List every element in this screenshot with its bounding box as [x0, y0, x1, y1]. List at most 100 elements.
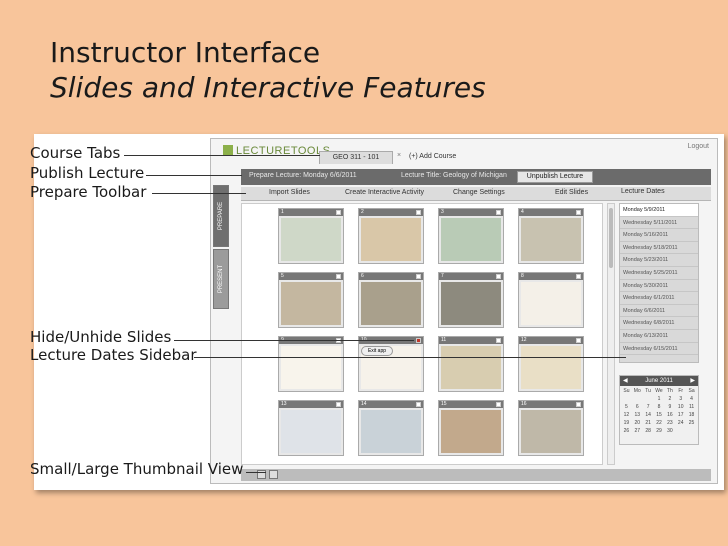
course-tab[interactable]: GEO 311 - 101 — [319, 151, 393, 164]
add-course-button[interactable]: (+) Add Course — [409, 153, 456, 160]
slide-thumbnail[interactable]: 5 — [278, 272, 344, 328]
hide-slide-checkbox[interactable] — [416, 274, 421, 279]
calendar-day[interactable]: 4 — [686, 395, 697, 403]
lecture-date-item[interactable]: Monday 5/30/2011 — [620, 280, 698, 293]
lecture-date-item[interactable]: Wednesday 5/18/2011 — [620, 242, 698, 255]
calendar-day[interactable]: 29 — [654, 427, 665, 435]
slide-thumbnail[interactable]: 15 — [438, 400, 504, 456]
calendar-day[interactable]: 7 — [643, 403, 654, 411]
logout-link[interactable]: Logout — [688, 143, 709, 150]
calendar-day[interactable]: 22 — [654, 419, 665, 427]
slide-thumbnail[interactable]: 12 — [518, 336, 584, 392]
hide-slide-checkbox[interactable] — [576, 210, 581, 215]
calendar-day[interactable]: 25 — [686, 419, 697, 427]
slide-thumbnail[interactable]: 16 — [518, 400, 584, 456]
thumbnail-scrollbar[interactable] — [607, 203, 615, 465]
calendar-day[interactable]: 11 — [686, 403, 697, 411]
slide-number: 12 — [521, 337, 527, 343]
slide-thumbnail[interactable]: 1 — [278, 208, 344, 264]
import-slides-button[interactable]: Import Slides — [269, 189, 310, 196]
calendar-month: June 2011 — [645, 378, 673, 384]
lecture-date-item[interactable]: Monday 5/23/2011 — [620, 254, 698, 267]
slide-thumbnail[interactable]: 6 — [358, 272, 424, 328]
calendar-day[interactable]: 2 — [664, 395, 675, 403]
slide-thumbnail[interactable]: 8 — [518, 272, 584, 328]
change-settings-button[interactable]: Change Settings — [453, 189, 505, 196]
slide-thumbnail[interactable]: 9 — [278, 336, 344, 392]
calendar-day[interactable]: 21 — [643, 419, 654, 427]
hide-slide-checkbox[interactable] — [336, 402, 341, 407]
lecture-date-item[interactable]: Wednesday 5/11/2011 — [620, 217, 698, 230]
calendar-day[interactable]: 23 — [664, 419, 675, 427]
slide-preview-image — [281, 410, 341, 453]
hide-slide-checkbox[interactable] — [416, 338, 421, 343]
hide-slide-checkbox[interactable] — [496, 210, 501, 215]
lecture-date-item[interactable]: Monday 6/13/2011 — [620, 330, 698, 343]
date-calendar: ◀ June 2011 ▶ Su Mo Tu We Th Fr Sa 1 2 3 4 5 6 7 8 9 10 1… — [619, 375, 699, 445]
calendar-day[interactable]: 8 — [654, 403, 665, 411]
slide-thumbnail[interactable]: 13 — [278, 400, 344, 456]
calendar-day[interactable]: 6 — [632, 403, 643, 411]
calendar-day[interactable]: 17 — [675, 411, 686, 419]
edit-slides-button[interactable]: Edit Slides — [555, 189, 588, 196]
calendar-day[interactable]: 1 — [654, 395, 665, 403]
calendar-day — [686, 427, 697, 435]
lecture-date-item[interactable]: Wednesday 6/8/2011 — [620, 317, 698, 330]
hide-slide-checkbox[interactable] — [416, 402, 421, 407]
calendar-day[interactable]: 24 — [675, 419, 686, 427]
next-month-icon[interactable]: ▶ — [690, 376, 695, 386]
slide-thumbnail[interactable]: 10 — [358, 336, 424, 392]
calendar-day[interactable]: 3 — [675, 395, 686, 403]
calendar-day[interactable]: 15 — [654, 411, 665, 419]
title-line-1: Instructor Interface — [50, 36, 321, 69]
calendar-day[interactable]: 14 — [643, 411, 654, 419]
calendar-day[interactable]: 19 — [621, 419, 632, 427]
calendar-day[interactable]: 28 — [643, 427, 654, 435]
hide-slide-checkbox[interactable] — [576, 274, 581, 279]
slide-preview-image — [441, 410, 501, 453]
lecture-date-item[interactable]: Monday 5/16/2011 — [620, 229, 698, 242]
scrollbar-thumb[interactable] — [609, 208, 613, 268]
tab-present[interactable]: PRESENT — [213, 249, 229, 309]
slide-thumbnail[interactable]: 14 — [358, 400, 424, 456]
hide-slide-checkbox[interactable] — [416, 210, 421, 215]
unpublish-lecture-button[interactable]: Unpublish Lecture — [517, 171, 593, 183]
hide-slide-checkbox[interactable] — [496, 274, 501, 279]
calendar-day[interactable]: 16 — [664, 411, 675, 419]
lecture-date-item[interactable]: Wednesday 6/15/2011 — [620, 343, 698, 356]
lecture-date-item[interactable]: Monday 5/9/2011 — [620, 204, 698, 217]
hide-slide-checkbox[interactable] — [336, 274, 341, 279]
calendar-day[interactable]: 27 — [632, 427, 643, 435]
large-thumbnail-view-button[interactable] — [269, 470, 278, 479]
prev-month-icon[interactable]: ◀ — [623, 376, 628, 386]
slide-thumbnail[interactable]: 11 — [438, 336, 504, 392]
slide-thumbnail[interactable]: 7 — [438, 272, 504, 328]
calendar-day[interactable]: 10 — [675, 403, 686, 411]
close-tab-icon[interactable]: × — [397, 152, 401, 159]
thumbnail-header: 3 — [439, 209, 503, 216]
slide-thumbnail[interactable]: 4 — [518, 208, 584, 264]
calendar-day[interactable]: 12 — [621, 411, 632, 419]
hide-slide-checkbox[interactable] — [496, 402, 501, 407]
exit-popup[interactable]: Exit app — [361, 346, 393, 356]
hide-slide-checkbox[interactable] — [336, 210, 341, 215]
slide-thumbnail[interactable]: 2 — [358, 208, 424, 264]
lecture-date-item[interactable]: Monday 6/6/2011 — [620, 305, 698, 318]
slide-number: 3 — [441, 209, 444, 215]
tab-prepare[interactable]: PREPARE — [213, 185, 229, 247]
calendar-day[interactable]: 26 — [621, 427, 632, 435]
hide-slide-checkbox[interactable] — [576, 338, 581, 343]
hide-slide-checkbox[interactable] — [576, 402, 581, 407]
calendar-day[interactable]: 13 — [632, 411, 643, 419]
calendar-day[interactable]: 5 — [621, 403, 632, 411]
callout-line — [246, 472, 266, 473]
calendar-day[interactable]: 18 — [686, 411, 697, 419]
hide-slide-checkbox[interactable] — [496, 338, 501, 343]
calendar-day[interactable]: 30 — [664, 427, 675, 435]
calendar-day[interactable]: 9 — [664, 403, 675, 411]
lecture-date-item[interactable]: Wednesday 5/25/2011 — [620, 267, 698, 280]
calendar-day[interactable]: 20 — [632, 419, 643, 427]
slide-thumbnail[interactable]: 3 — [438, 208, 504, 264]
lecture-date-item[interactable]: Wednesday 6/1/2011 — [620, 292, 698, 305]
create-activity-button[interactable]: Create Interactive Activity — [345, 189, 424, 196]
